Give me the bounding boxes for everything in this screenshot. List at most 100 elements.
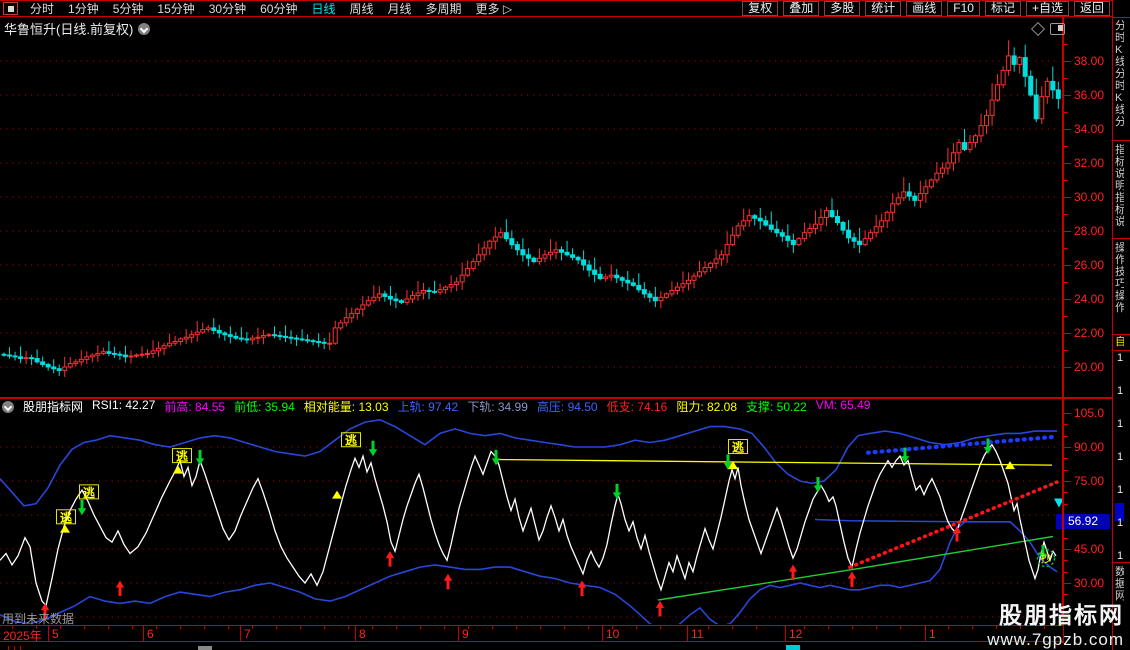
indicator-plot[interactable]: 逃逃逃逃逃抄 xyxy=(0,412,1063,624)
menu-item-周线[interactable]: 周线 xyxy=(349,0,373,17)
toolbar-button-F10[interactable]: F10 xyxy=(947,1,980,16)
collapse-icon[interactable] xyxy=(2,401,14,413)
stat-上轨: 上轨: 97.42 xyxy=(398,398,459,415)
timeline-label-11: 11 xyxy=(691,627,703,641)
sell-arrow-marker xyxy=(196,450,204,466)
menu-item-30分钟[interactable]: 30分钟 xyxy=(209,0,246,17)
sell-arrow-marker xyxy=(78,500,86,516)
axis-tick xyxy=(1064,436,1068,437)
strip-divider xyxy=(1113,17,1130,18)
axis-tick xyxy=(1064,447,1071,448)
timeline-separator xyxy=(240,626,241,641)
menu-item-60分钟[interactable]: 60分钟 xyxy=(260,0,297,17)
menu-item-分时[interactable]: 分时 xyxy=(30,0,54,17)
toolbar-button-返回[interactable]: 返回 xyxy=(1074,1,1110,16)
price-label-38.00: 38.00 xyxy=(1074,54,1104,68)
clipped-row-stub xyxy=(786,645,800,650)
main-candlestick-chart[interactable] xyxy=(0,26,1063,397)
timeline-label-7: 7 xyxy=(244,627,251,641)
timeline-tick xyxy=(732,626,733,629)
axis-tick xyxy=(1064,481,1071,482)
indicator-label-30.00: 30.00 xyxy=(1074,576,1104,590)
strip-digit: 1 xyxy=(1117,484,1123,496)
axis-tick xyxy=(1064,316,1068,317)
future-data-note: 用到未来数据 xyxy=(2,610,74,627)
timeline-tick xyxy=(900,626,901,629)
strip-vertical-label[interactable]: 指标说明指标说 xyxy=(1115,144,1124,228)
menu-item-日线[interactable]: 日线 xyxy=(311,0,335,17)
timeline-label-9: 9 xyxy=(462,627,469,641)
menu-item-5分钟[interactable]: 5分钟 xyxy=(113,0,144,17)
value-badge: 56.92 xyxy=(1056,514,1110,529)
clipped-row-stub xyxy=(14,646,15,650)
timeline-label-1: 1 xyxy=(929,627,936,641)
strip-digit: 1 xyxy=(1117,517,1123,529)
axis-tick xyxy=(1064,95,1071,96)
strip-vertical-label[interactable]: 分时K线分时K线分 xyxy=(1115,20,1124,128)
axis-tick xyxy=(1064,61,1071,62)
timeline-label-10: 10 xyxy=(606,627,619,641)
toolbar-button-+自选[interactable]: +自选 xyxy=(1026,1,1069,16)
timeline-tick xyxy=(420,626,421,629)
escape-signal-label: 逃 xyxy=(732,440,745,455)
timeline-label-12: 12 xyxy=(789,627,802,641)
axis-tick xyxy=(1064,549,1071,550)
toolbar-button-复权[interactable]: 复权 xyxy=(742,1,778,16)
window-icon[interactable] xyxy=(1050,23,1065,35)
escape-signal-label: 逃 xyxy=(176,449,189,464)
timeline-tick xyxy=(636,626,637,629)
timeline-label-8: 8 xyxy=(359,627,366,641)
window-layout-icon[interactable] xyxy=(3,2,18,15)
indicator-label-45.00: 45.00 xyxy=(1074,542,1104,556)
axis-tick xyxy=(1064,424,1068,425)
stat-高压: 高压: 94.50 xyxy=(537,398,598,415)
stat-前高: 前高: 84.55 xyxy=(164,398,225,415)
menu-item-月线[interactable]: 月线 xyxy=(388,0,412,17)
timeline-tick xyxy=(540,626,541,629)
clipped-row-stub xyxy=(198,646,212,650)
indicator-axis: 56.92 105.090.0075.0045.0030.00 xyxy=(1064,408,1111,624)
timeline-tick xyxy=(972,626,973,629)
toolbar-button-标记[interactable]: 标记 xyxy=(985,1,1021,16)
toolbar-button-多股[interactable]: 多股 xyxy=(824,1,860,16)
diamond-icon[interactable] xyxy=(1031,22,1045,36)
price-label-28.00: 28.00 xyxy=(1074,224,1104,238)
toolbar-button-统计[interactable]: 统计 xyxy=(865,1,901,16)
price-label-32.00: 32.00 xyxy=(1074,156,1104,170)
menu-item-多周期[interactable]: 多周期 xyxy=(426,0,462,17)
timeline-tick xyxy=(348,626,349,629)
timeline-separator xyxy=(925,626,926,641)
stat-下轨: 下轨: 34.99 xyxy=(467,398,528,415)
toolbar-button-画线[interactable]: 画线 xyxy=(906,1,942,16)
strip-vertical-label[interactable]: 操作技巧操作 xyxy=(1115,242,1124,314)
timeline-separator xyxy=(458,626,459,641)
watermark-site-name: 股朋指标网 xyxy=(987,596,1124,630)
stat-支撑: 支撑: 50.22 xyxy=(746,398,807,415)
axis-tick xyxy=(1064,231,1071,232)
price-label-34.00: 34.00 xyxy=(1074,122,1104,136)
timeline-tick xyxy=(948,626,949,629)
chevron-down-icon[interactable] xyxy=(138,23,150,35)
strip-digit: 1 xyxy=(1117,418,1123,430)
timeline[interactable]: 2025年567891011121 xyxy=(0,625,1063,642)
strip-digit: 1 xyxy=(1117,352,1123,364)
axis-tick xyxy=(1064,214,1068,215)
buy-arrow-marker xyxy=(116,581,124,597)
clipped-row-stub xyxy=(20,646,21,650)
menu-item-更多▷[interactable]: 更多 ▷ xyxy=(476,0,513,17)
menu-item-1分钟[interactable]: 1分钟 xyxy=(68,0,99,17)
stat-前低: 前低: 35.94 xyxy=(234,398,295,415)
strip-vertical-label[interactable]: 自 xyxy=(1115,336,1124,348)
sell-arrow-marker xyxy=(369,441,377,457)
toolbar-button-叠加[interactable]: 叠加 xyxy=(783,1,819,16)
buy-arrow-marker xyxy=(656,601,664,617)
sell-arrow-marker xyxy=(613,484,621,500)
right-edge-strip[interactable]: 分时K线分时K线分指标说明指标说操作技巧操作自数据网1111111 xyxy=(1112,0,1130,650)
timeline-separator xyxy=(602,626,603,641)
axis-tick xyxy=(1064,299,1071,300)
menu-item-15分钟[interactable]: 15分钟 xyxy=(157,0,194,17)
escape-signal-label: 逃 xyxy=(83,485,96,500)
timeline-tick xyxy=(108,626,109,629)
timeline-separator xyxy=(48,626,49,641)
timeline-tick xyxy=(444,626,445,629)
